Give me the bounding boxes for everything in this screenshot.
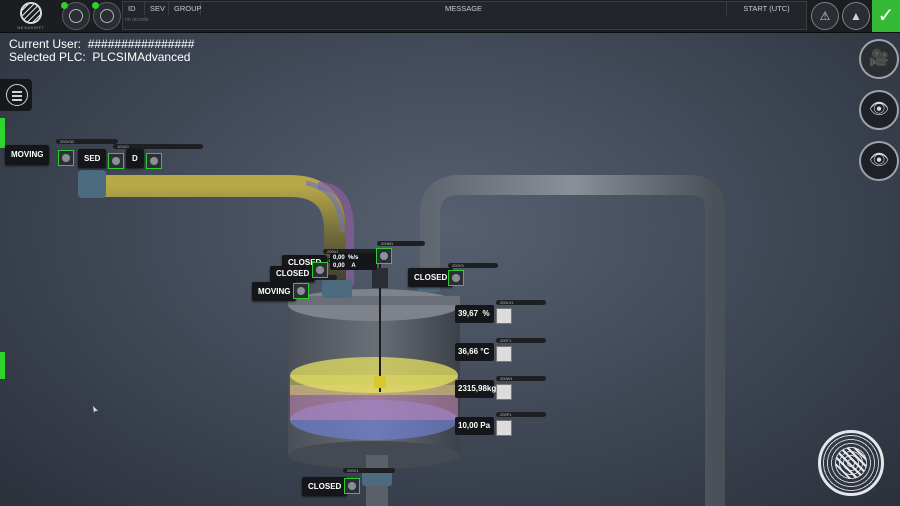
valve-status-closed[interactable]: SED <box>78 149 107 168</box>
sensor-tag: 200W1 <box>496 376 546 381</box>
weight-value: 2315,98 <box>458 384 487 393</box>
weight-sensor-icon[interactable] <box>496 384 512 400</box>
mixer-motor <box>372 268 388 288</box>
level-sensor-icon[interactable] <box>496 308 512 324</box>
level-unit: % <box>482 309 490 318</box>
valve-icon[interactable] <box>108 153 124 169</box>
tank-lid-rim <box>288 296 460 305</box>
temperature-unit: °C <box>480 347 490 356</box>
mixer-blade <box>374 376 386 388</box>
motor-speed-unit: %/s <box>348 255 359 261</box>
valve-status-moving[interactable]: MOVING <box>252 282 297 301</box>
sensor-tag: 200T1 <box>496 338 546 343</box>
sensor-tag: 200P1 <box>496 412 546 417</box>
motor-speed-value: 0,00 <box>333 255 345 261</box>
weight-readout: 2315,98kg <box>455 380 497 398</box>
valve-tag: 200V1 <box>343 468 395 473</box>
pressure-value: 10,00 <box>458 421 479 430</box>
process-scene <box>78 170 725 506</box>
pressure-unit: Pa <box>480 421 491 430</box>
valve-icon[interactable] <box>146 153 162 169</box>
valve-status-closed-2[interactable]: D <box>126 149 144 168</box>
lid-valve-body <box>322 280 352 298</box>
valve-icon[interactable] <box>293 283 309 299</box>
valve-status-moving[interactable]: MOVING <box>5 145 50 165</box>
motor-current-value: 0,00 <box>333 263 345 269</box>
temperature-sensor-icon[interactable] <box>496 346 512 362</box>
valve-icon[interactable] <box>58 150 74 166</box>
level-readout: 39,67 % <box>455 305 494 323</box>
valve-icon[interactable] <box>344 478 360 494</box>
motor-current-unit: A <box>351 263 356 269</box>
weight-unit: kg <box>486 384 497 393</box>
valve-status-closed[interactable]: CLOSED <box>408 268 454 287</box>
motor-readout: 0,00 %/s 0,00 A <box>330 253 377 270</box>
valve-tag: 200V30 <box>56 139 118 144</box>
brand-watermark-icon <box>818 430 884 496</box>
valve-status-closed[interactable]: CLOSED <box>302 477 348 496</box>
motor-tag: 200M1 <box>377 241 425 246</box>
temperature-readout: 36,66 °C <box>455 343 494 361</box>
motor-icon[interactable] <box>376 248 392 264</box>
valve-tag: 200V3 <box>448 263 498 268</box>
sensor-tag: 200L01 <box>496 300 546 305</box>
valve-icon[interactable] <box>312 262 328 278</box>
level-value: 39,67 <box>458 309 479 318</box>
pressure-sensor-icon[interactable] <box>496 420 512 436</box>
pipe-flange <box>78 170 106 198</box>
valve-icon[interactable] <box>448 270 464 286</box>
temperature-value: 36,66 <box>458 347 479 356</box>
valve-status-closed[interactable]: CLOSED <box>270 266 316 282</box>
pressure-readout: 10,00 Pa <box>455 417 494 435</box>
